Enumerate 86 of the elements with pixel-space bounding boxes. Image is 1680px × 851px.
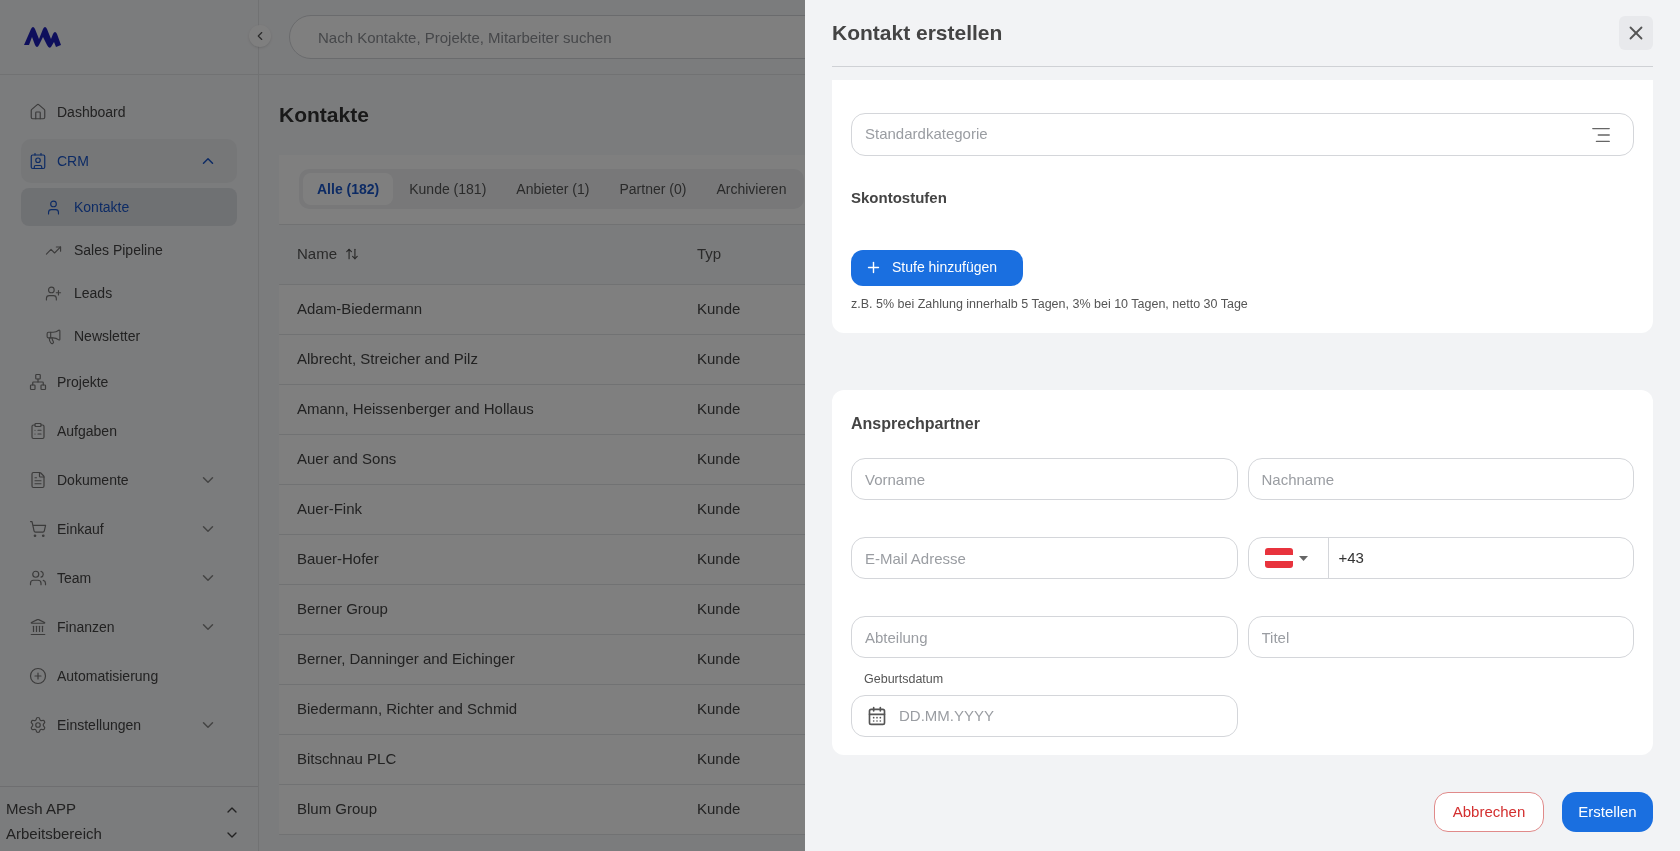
sidebar-item[interactable]: Dokumente <box>21 458 237 502</box>
section-title: Skontostufen <box>851 188 948 208</box>
create-button[interactable]: Erstellen <box>1562 792 1653 832</box>
table-cell-text: Kunde <box>697 348 741 369</box>
table-cell-text: Kunde <box>697 448 741 469</box>
table-cell-text: Kunde <box>697 548 741 569</box>
date-field[interactable]: DD.MM.YYYY <box>851 695 1238 737</box>
cart-icon <box>29 520 47 538</box>
caret-icon <box>1298 555 1308 561</box>
workspace-selector[interactable]: Mesh APP <box>6 797 252 822</box>
sidebar-subitem[interactable]: Leads <box>21 274 237 312</box>
sidebar-item[interactable]: Automatisierung <box>21 654 237 698</box>
table-cell-text: Kunde <box>697 748 741 769</box>
phone-value: +43 <box>1337 548 1364 568</box>
add-level-button[interactable]: Stufe hinzufügen <box>851 249 1023 286</box>
sidebar-subitem[interactable]: Sales Pipeline <box>21 231 237 269</box>
collapse-sidebar-button[interactable] <box>249 25 271 47</box>
user-icon <box>45 198 62 216</box>
table-cell: Bitschnau PLC <box>297 749 397 767</box>
table-cell-text: Kunde <box>697 698 741 719</box>
plus-icon <box>865 259 882 276</box>
phone-field[interactable]: +43 <box>1247 537 1634 580</box>
clipboard-icon <box>29 422 47 440</box>
table-cell: Auer-Fink <box>297 499 363 517</box>
sidebar-item[interactable]: Team <box>21 556 237 600</box>
bank-icon <box>29 618 47 636</box>
table-cell: Blum Group <box>297 799 378 817</box>
table-cell: Bauer-Hofer <box>297 549 379 567</box>
flag-icon <box>1264 548 1293 569</box>
table-cell-text: Kunde <box>697 498 741 519</box>
filter-tab[interactable]: Kunde (181) <box>395 173 501 205</box>
table-cell-text: Kunde <box>697 798 741 819</box>
field-label: Geburtsdatum <box>863 671 945 689</box>
first-name-field[interactable]: Vorname <box>851 458 1238 501</box>
sort-icon[interactable] <box>345 247 359 261</box>
email-field[interactable]: E-Mail Adresse <box>851 537 1238 580</box>
logo-icon <box>22 25 62 49</box>
filter-tab[interactable]: Archivieren <box>702 173 801 205</box>
table-cell: Albrecht, Streicher and Pilz <box>297 349 478 367</box>
home-icon <box>29 103 47 121</box>
sidebar-item[interactable]: CRM <box>21 139 237 183</box>
table-cell: Berner, Danninger and Eichinger <box>297 649 515 667</box>
document-icon <box>29 471 47 489</box>
hint-text: z.B. 5% bei Zahlung innerhalb 5 Tagen, 3% bei 10 Tagen, netto 30 Tage <box>851 295 1249 313</box>
table-cell: Adam-Biedermann <box>297 299 423 317</box>
date-placeholder: DD.MM.YYYY <box>899 705 994 726</box>
title-field[interactable]: Titel <box>1247 616 1634 659</box>
settings-icon <box>29 716 47 734</box>
sidebar-item[interactable]: Einstellungen <box>21 703 237 747</box>
section-title: Ansprechpartner <box>851 414 981 435</box>
circle-plus-icon <box>29 667 47 685</box>
megaphone-icon <box>45 327 62 345</box>
close-button[interactable] <box>1619 16 1653 50</box>
cancel-button[interactable]: Abbrechen <box>1434 792 1544 832</box>
workspace-selector[interactable]: Arbeitsbereich <box>6 822 252 847</box>
column-header: Name <box>297 243 337 264</box>
calendar-icon <box>867 706 887 726</box>
sidebar-item[interactable]: Finanzen <box>21 605 237 649</box>
users-icon <box>29 569 47 587</box>
network-icon <box>29 373 47 391</box>
table-cell-text: Kunde <box>697 648 741 669</box>
table-cell-text: Kunde <box>697 398 741 419</box>
category-select[interactable]: Standardkategorie <box>851 113 1634 156</box>
sidebar-item[interactable]: Einkauf <box>21 507 237 551</box>
sidebar-item[interactable]: Dashboard <box>21 90 237 134</box>
table-cell: Auer and Sons <box>297 449 397 467</box>
last-name-field[interactable]: Nachname <box>1247 458 1634 501</box>
drawer-title: Kontakt erstellen <box>832 20 1003 47</box>
user-plus-icon <box>45 284 62 302</box>
page-title: Kontakte <box>279 102 370 128</box>
table-cell-text: Kunde <box>697 598 741 619</box>
sidebar-item[interactable]: Projekte <box>21 360 237 404</box>
filter-tab[interactable]: Anbieter (1) <box>502 173 604 205</box>
table-cell-text: Kunde <box>697 298 741 319</box>
table-cell: Biedermann, Richter and Schmid <box>297 699 518 717</box>
select-placeholder: Standardkategorie <box>865 124 988 145</box>
sidebar-subitem[interactable]: Kontakte <box>21 188 237 226</box>
table-cell: Amann, Heissenberger and Hollaus <box>297 399 534 417</box>
table-cell: Berner Group <box>297 599 388 617</box>
filter-tab[interactable]: Partner (0) <box>605 173 701 205</box>
column-header: Typ <box>697 243 722 264</box>
sidebar-item[interactable]: Aufgaben <box>21 409 237 453</box>
department-field[interactable]: Abteilung <box>851 616 1238 659</box>
contact-card-icon <box>29 152 47 170</box>
filter-tab[interactable]: Alle (182) <box>303 173 394 205</box>
sidebar-subitem[interactable]: Newsletter <box>21 317 237 355</box>
